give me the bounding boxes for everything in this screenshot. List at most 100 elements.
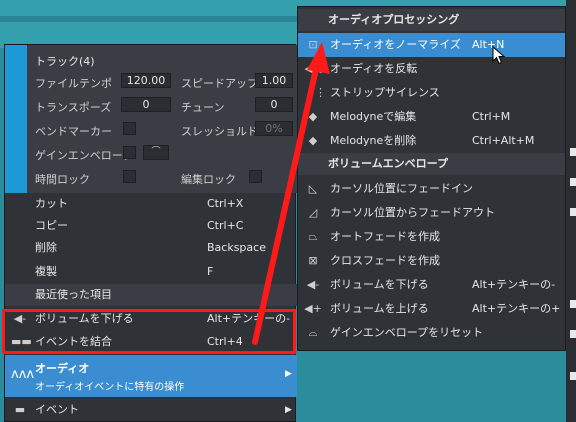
gain-envelope-icon: ⌓ [308,326,318,339]
bend-marker-checkbox[interactable] [123,122,136,135]
bend-marker-label: ベンドマーカー [35,125,112,138]
track-title: トラック(4) [35,55,95,68]
menu-item-shortcut: Alt+テンキーの+ [472,302,561,315]
audio-submenu: オーディオプロセッシング ⊡ オーディオをノーマライズ Alt+N ◀◀ オーデ… [297,6,566,351]
submenu-arrow-icon: ▶ [285,405,292,415]
menu-item-duplicate[interactable]: 複製 F [5,261,297,283]
strip-silence-icon: ⋮⋮ [304,86,326,99]
menu-item-label: 複製 [35,265,57,278]
fade-out-icon: ◿ [308,206,318,219]
time-lock-label: 時間ロック [35,173,90,186]
menu-item-fade-in[interactable]: ◺ カーソル位置にフェードイン [298,177,565,201]
audio-processing-header: オーディオプロセッシング [298,9,565,31]
menu-item-label: Melodyneを削除 [330,134,417,147]
menu-item-label: オーディオを反転 [330,62,418,75]
menu-item-melodyne-edit[interactable]: ◆ Melodyneで編集 Ctrl+M [298,105,565,129]
menu-item-label: コピー [35,219,68,232]
context-menu: トラック(4) ファイルテンポ 120.00 スピードアップ 1.00 トランス… [4,44,297,422]
fade-in-icon: ◺ [308,182,318,195]
melodyne-remove-icon: ◆ [308,134,318,147]
waveform-icon: ʌʌʌ [11,367,35,382]
menu-item-shortcut: Alt+テンキーの- [472,278,556,291]
file-tempo-field[interactable]: 120.00 [121,73,171,88]
menu-item-label: ゲインエンベロープをリセット [330,326,484,339]
menu-item-label: 削除 [35,241,57,254]
menu-item-reset-gain-envelope[interactable]: ⌓ ゲインエンベロープをリセット [298,321,565,345]
menu-item-label: オーディオ [35,362,90,375]
gain-envelope-label: ゲインエンベロープ [35,149,134,162]
mouse-cursor-icon [492,46,506,65]
menu-item-volume-down[interactable]: ◀- ボリュームを下げる Alt+テンキーの- [298,273,565,297]
transpose-field[interactable]: 0 [121,97,171,112]
menu-item-shortcut: Ctrl+C [207,219,244,232]
menu-item-volume-up[interactable]: ◀+ ボリュームを上げる Alt+テンキーの+ [298,297,565,321]
menu-item-label: カーソル位置にフェードイン [330,182,473,195]
menu-item-label: オーディオをノーマライズ [330,38,461,51]
menu-item-fade-out[interactable]: ◿ カーソル位置からフェードアウト [298,201,565,225]
menu-item-reverse-audio[interactable]: ◀◀ オーディオを反転 [298,57,565,81]
section-label: 最近使った項目 [35,288,112,301]
menu-item-label: クロスフェードを作成 [330,254,440,267]
menu-item-audio[interactable]: ʌʌʌ オーディオ オーディオイベントに特有の操作 ▶ [5,355,297,397]
menu-item-label: ボリュームを下げる [330,278,429,291]
edit-lock-label: 編集ロック [181,173,236,186]
menu-item-shortcut: Ctrl+X [207,197,244,210]
submenu-arrow-icon: ▶ [285,369,292,379]
threshold-field[interactable]: 0% [255,121,293,136]
menu-item-shortcut: Ctrl+M [472,110,511,123]
menu-item-auto-fade[interactable]: ⏢ オートフェードを作成 [298,225,565,249]
marker-nub [570,330,576,338]
marker-nub [570,300,576,308]
transpose-label: トランスポーズ [35,101,112,114]
section-label: ボリュームエンベロープ [328,157,449,170]
menu-item-delete[interactable]: 削除 Backspace [5,237,297,259]
menu-item-cut[interactable]: カット Ctrl+X [5,193,297,215]
menu-item-strip-silence[interactable]: ⋮⋮ ストリップサイレンス [298,81,565,105]
tune-label: チューン [181,101,225,114]
menu-item-label: ボリュームを上げる [330,302,429,315]
menu-item-label: カット [35,197,68,210]
menu-item-melodyne-remove[interactable]: ◆ Melodyneを削除 Ctrl+Alt+M [298,129,565,153]
section-label: オーディオプロセッシング [328,13,460,26]
tune-field[interactable]: 0 [255,97,293,112]
menu-item-description: オーディオイベントに特有の操作 [35,382,185,393]
track-inspector-panel: トラック(4) ファイルテンポ 120.00 スピードアップ 1.00 トランス… [27,45,297,193]
menu-item-label: イベント [35,403,79,416]
menu-item-shortcut: Ctrl+Alt+M [472,134,535,147]
normalize-icon: ⊡ [308,38,318,51]
menu-item-event[interactable]: ▬ イベント ▶ [5,399,297,421]
menu-item-label: Melodyneで編集 [330,110,417,123]
menu-item-copy[interactable]: コピー Ctrl+C [5,215,297,237]
marker-nub [570,178,576,186]
threshold-label: スレッショルド [181,125,258,138]
speedup-label: スピードアップ [181,77,258,90]
melodyne-icon: ◆ [308,110,318,123]
volume-envelope-header: ボリュームエンベロープ [298,153,565,175]
recent-items-header: 最近使った項目 [5,284,297,306]
marker-nub [570,372,576,380]
time-lock-checkbox[interactable] [123,170,136,183]
menu-item-shortcut: Backspace [207,241,266,254]
speedup-field[interactable]: 1.00 [255,73,293,88]
crossfade-icon: ⊠ [308,254,318,267]
annotation-highlight-box [2,309,296,354]
marker-nub [570,208,576,216]
marker-nub [570,148,576,156]
edit-lock-checkbox[interactable] [249,170,262,183]
gain-envelope-checkbox[interactable] [123,146,136,159]
speaker-up-icon: ◀+ [304,302,322,315]
track-color-strip [5,45,27,193]
event-icon: ▬ [14,403,26,416]
gain-envelope-button[interactable]: ⌒ [143,145,169,160]
menu-item-label: ストリップサイレンス [330,86,440,99]
speaker-down-icon: ◀- [306,278,320,291]
menu-item-label: カーソル位置からフェードアウト [330,206,495,219]
menu-item-normalize-audio[interactable]: ⊡ オーディオをノーマライズ Alt+N [298,33,565,57]
auto-fade-icon: ⏢ [308,230,318,243]
menu-item-crossfade[interactable]: ⊠ クロスフェードを作成 [298,249,565,273]
right-scroll-area [566,0,576,422]
file-tempo-label: ファイルテンポ [35,77,112,90]
menu-item-label: オートフェードを作成 [330,230,440,243]
reverse-icon: ◀◀ [304,62,322,75]
menu-item-shortcut: F [207,265,214,278]
